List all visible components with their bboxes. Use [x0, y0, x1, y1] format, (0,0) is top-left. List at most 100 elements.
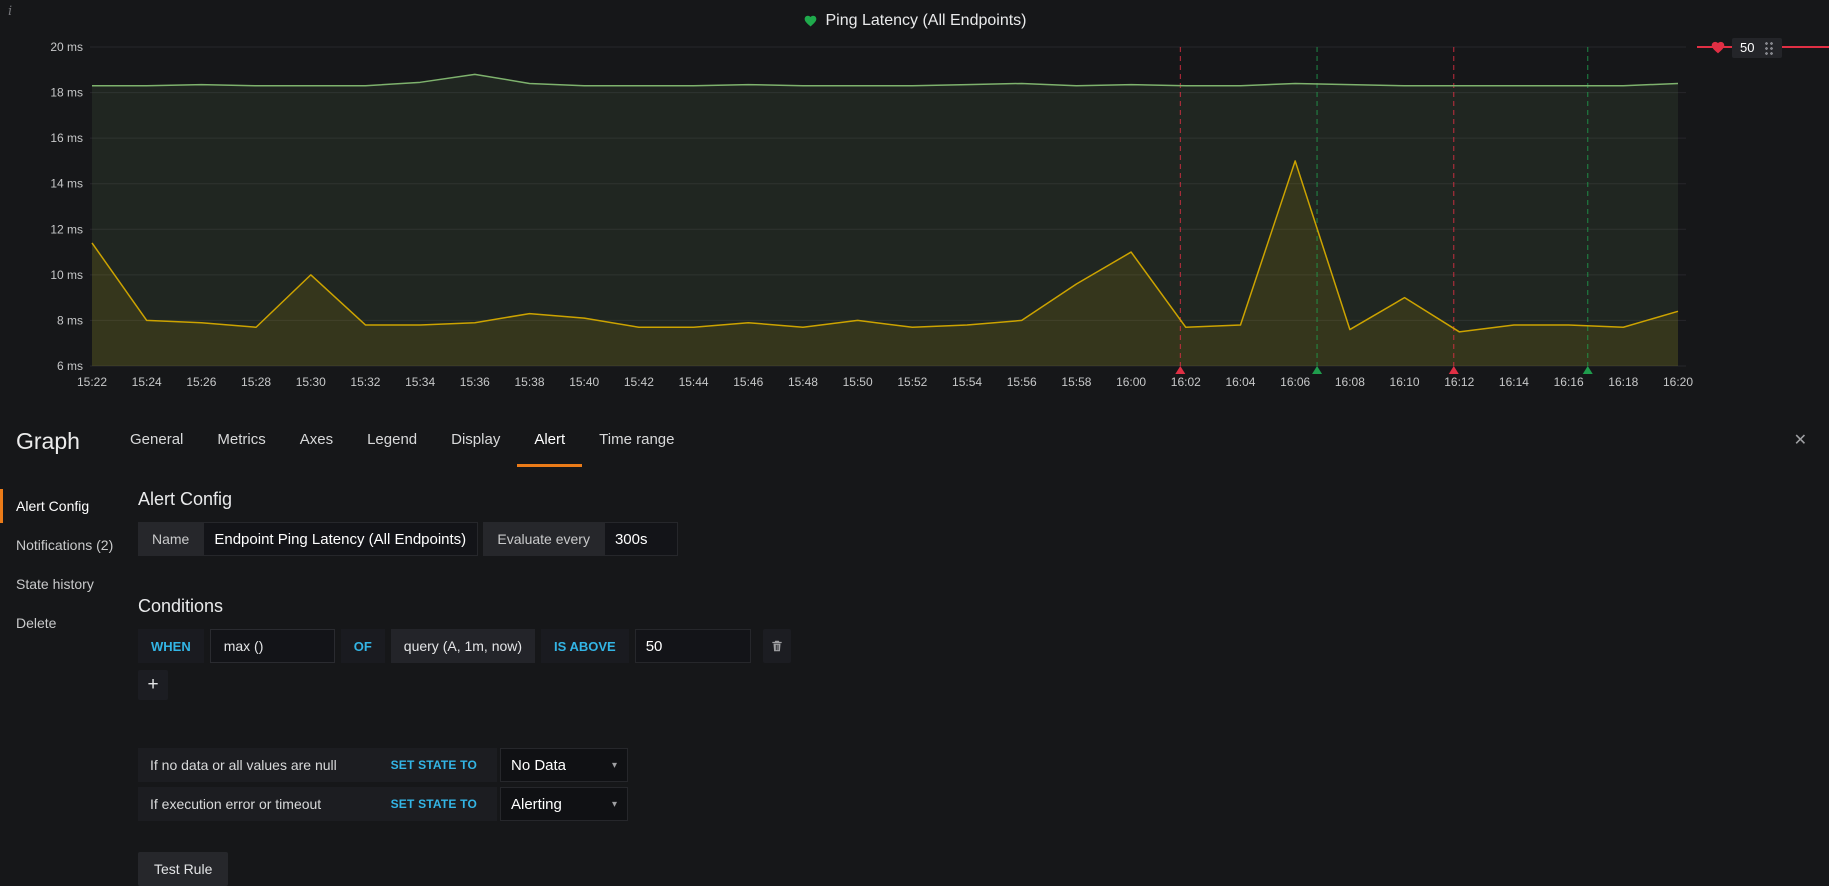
alert-ok-heart-icon [804, 15, 816, 27]
svg-text:15:40: 15:40 [569, 375, 599, 389]
svg-text:15:28: 15:28 [241, 375, 271, 389]
alert-sidebar: Alert Config Notifications (2) State his… [0, 489, 138, 886]
no-data-fallback: If no data or all values are null SET ST… [138, 748, 1829, 782]
caret-down-icon: ▾ [611, 798, 617, 810]
svg-text:16:10: 16:10 [1390, 375, 1420, 389]
svg-text:15:48: 15:48 [788, 375, 818, 389]
svg-text:15:54: 15:54 [952, 375, 982, 389]
sidebar-item-notifications[interactable]: Notifications (2) [0, 528, 138, 562]
no-data-state-value: No Data [511, 756, 567, 774]
alert-name-row: Name Evaluate every [138, 522, 1829, 556]
svg-text:15:44: 15:44 [679, 375, 709, 389]
svg-text:15:58: 15:58 [1061, 375, 1091, 389]
svg-text:15:56: 15:56 [1007, 375, 1037, 389]
exec-error-label: If execution error or timeout [150, 796, 322, 812]
no-data-label: If no data or all values are null [150, 757, 337, 773]
panel-title-text: Ping Latency (All Endpoints) [825, 12, 1027, 29]
drag-handle-icon[interactable] [1764, 40, 1775, 55]
svg-text:15:46: 15:46 [733, 375, 763, 389]
alert-threshold-handle[interactable]: 50 [1710, 37, 1783, 58]
graph-panel: i Ping Latency (All Endpoints) 20 ms 18 m… [0, 0, 1829, 412]
editor-tabs: General Metrics Axes Legend Display Aler… [113, 415, 691, 467]
conditions-heading: Conditions [138, 596, 224, 616]
caret-down-icon: ▾ [611, 759, 617, 771]
when-keyword: WHEN [138, 629, 204, 663]
sidebar-item-state-history[interactable]: State history [0, 567, 138, 601]
editor-header: Graph General Metrics Axes Legend Displa… [0, 415, 1829, 467]
of-keyword: OF [340, 629, 385, 663]
trash-icon [772, 640, 782, 652]
exec-error-state-select[interactable]: Alerting ▾ [500, 787, 628, 821]
tab-axes[interactable]: Axes [283, 415, 350, 467]
no-data-set-state-label: SET STATE TO [390, 758, 477, 772]
svg-text:15:38: 15:38 [515, 375, 545, 389]
query-param-dropdown[interactable]: query (A, 1m, now) [390, 629, 536, 663]
editor-body: Alert Config Notifications (2) State his… [0, 467, 1829, 886]
svg-text:15:36: 15:36 [460, 375, 490, 389]
tab-general[interactable]: General [113, 415, 200, 467]
svg-text:15:24: 15:24 [132, 375, 162, 389]
evaluator-dropdown[interactable]: IS ABOVE [541, 629, 629, 663]
add-condition-button[interactable]: + [138, 670, 168, 700]
condition-row: WHEN max () OF query (A, 1m, now) IS ABO… [138, 629, 1829, 663]
tab-metrics[interactable]: Metrics [200, 415, 282, 467]
alert-name-input[interactable] [203, 522, 479, 556]
editor-panel-type: Graph [16, 427, 80, 454]
svg-text:12 ms: 12 ms [50, 222, 83, 236]
close-icon[interactable]: ✕ [1794, 430, 1807, 450]
exec-error-row: If execution error or timeout SET STATE … [138, 787, 497, 821]
no-data-row: If no data or all values are null SET ST… [138, 748, 497, 782]
exec-error-fallback: If execution error or timeout SET STATE … [138, 787, 1829, 821]
svg-text:15:22: 15:22 [77, 375, 107, 389]
panel-title[interactable]: Ping Latency (All Endpoints) [0, 12, 1829, 30]
threshold-pill[interactable]: 50 [1732, 37, 1783, 58]
evaluate-every-label: Evaluate every [483, 522, 604, 556]
svg-text:15:32: 15:32 [350, 375, 380, 389]
svg-text:16:14: 16:14 [1499, 375, 1529, 389]
tab-display[interactable]: Display [434, 415, 517, 467]
alert-config-content: Alert Config Name Evaluate every Conditi… [138, 489, 1829, 886]
svg-text:8 ms: 8 ms [57, 313, 83, 327]
panel-editor: Graph General Metrics Axes Legend Displa… [0, 415, 1829, 886]
svg-text:6 ms: 6 ms [57, 359, 83, 373]
no-data-state-select[interactable]: No Data ▾ [500, 748, 628, 782]
svg-text:16 ms: 16 ms [50, 131, 83, 145]
tab-alert[interactable]: Alert [517, 415, 583, 467]
sidebar-item-delete[interactable]: Delete [0, 606, 138, 640]
svg-text:16:20: 16:20 [1663, 375, 1693, 389]
aggregation-dropdown[interactable]: max () [209, 629, 335, 663]
alert-config-heading: Alert Config [138, 489, 233, 509]
tab-time-range[interactable]: Time range [582, 415, 691, 467]
svg-text:16:08: 16:08 [1335, 375, 1365, 389]
tab-legend[interactable]: Legend [350, 415, 434, 467]
svg-text:15:34: 15:34 [405, 375, 435, 389]
svg-text:16:00: 16:00 [1116, 375, 1146, 389]
svg-text:15:50: 15:50 [843, 375, 873, 389]
svg-text:20 ms: 20 ms [50, 40, 83, 54]
latency-chart[interactable]: 20 ms 18 ms 16 ms 14 ms 12 ms 10 ms 8 ms 6 ms 15… [0, 0, 1829, 400]
svg-text:16:02: 16:02 [1171, 375, 1201, 389]
sidebar-item-alert-config[interactable]: Alert Config [0, 489, 138, 523]
svg-text:16:04: 16:04 [1225, 375, 1255, 389]
svg-text:15:26: 15:26 [186, 375, 216, 389]
evaluate-every-input[interactable] [603, 522, 678, 556]
exec-error-set-state-label: SET STATE TO [390, 797, 477, 811]
svg-text:18 ms: 18 ms [50, 86, 83, 100]
exec-error-state-value: Alerting [511, 795, 562, 813]
test-rule-button[interactable]: Test Rule [138, 852, 229, 886]
svg-text:16:16: 16:16 [1554, 375, 1584, 389]
name-label: Name [138, 522, 204, 556]
svg-text:10 ms: 10 ms [50, 268, 83, 282]
svg-text:14 ms: 14 ms [50, 177, 83, 191]
svg-text:16:18: 16:18 [1608, 375, 1638, 389]
delete-condition-button[interactable] [762, 629, 791, 663]
fallback-rows: If no data or all values are null SET ST… [138, 748, 1829, 821]
svg-text:15:42: 15:42 [624, 375, 654, 389]
threshold-value: 50 [1740, 40, 1755, 55]
panel-info-icon[interactable]: i [8, 4, 12, 19]
svg-text:15:30: 15:30 [296, 375, 326, 389]
svg-text:16:12: 16:12 [1444, 375, 1474, 389]
svg-text:16:06: 16:06 [1280, 375, 1310, 389]
svg-text:15:52: 15:52 [897, 375, 927, 389]
condition-threshold-input[interactable] [634, 629, 751, 663]
